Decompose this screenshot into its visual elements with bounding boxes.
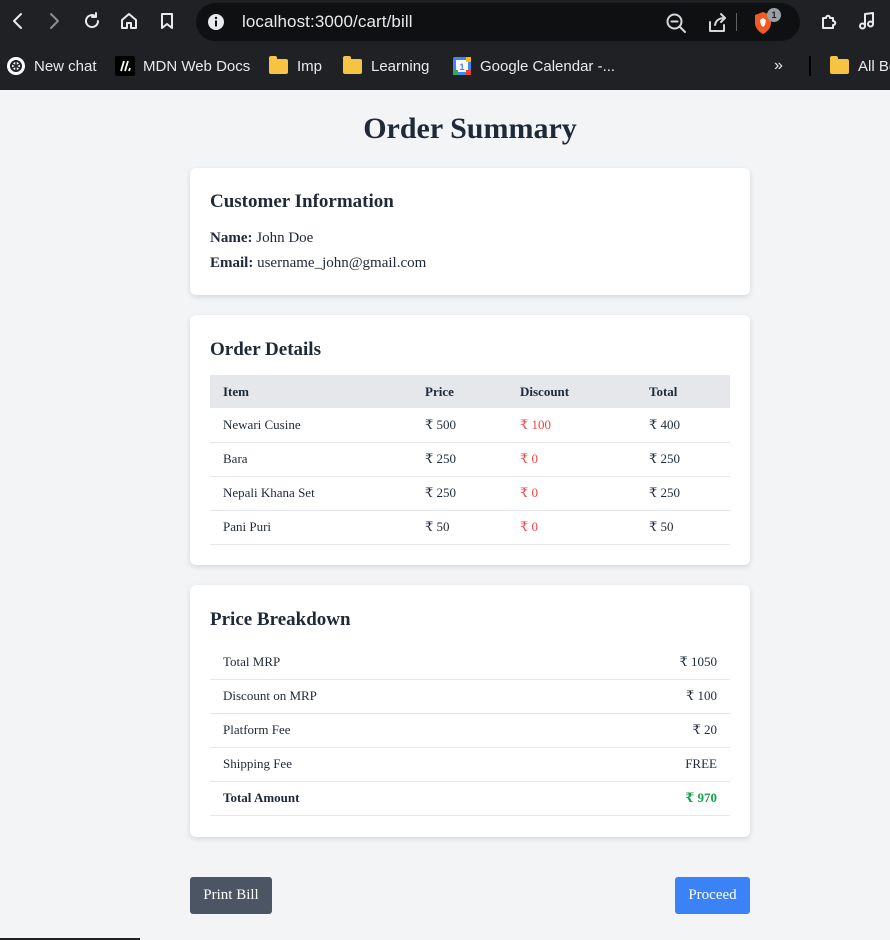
customer-info-card: Customer Information Name: John Doe Emai… [190,168,750,295]
item-price: ₹ 250 [412,476,507,511]
breakdown-value: FREE [549,747,730,782]
home-icon[interactable] [115,7,143,35]
media-icon[interactable] [853,7,881,35]
email-label: Email: [210,255,254,271]
order-details-heading: Order Details [210,339,321,360]
share-icon[interactable] [706,12,728,34]
bookmarks-bar: New chat MDN Web Docs Imp Learning 1 Goo… [0,42,890,90]
column-header-item: Item [210,375,412,408]
item-name: Newari Cusine [210,408,412,443]
forward-icon[interactable] [40,7,68,35]
breakdown-label: Platform Fee [210,713,550,748]
breakdown-label: Total MRP [210,645,550,680]
openai-icon [6,56,26,76]
bookmark-icon[interactable] [153,7,181,35]
item-discount: ₹ 0 [507,476,636,511]
breakdown-row-discount: Discount on MRP ₹ 100 [210,679,730,714]
item-total: ₹ 400 [636,408,730,443]
item-discount: ₹ 100 [507,408,636,443]
bookmark-label: New chat [34,57,97,75]
breakdown-value: ₹ 100 [549,679,730,714]
name-label: Name: [210,230,253,246]
zoom-icon[interactable] [665,12,687,34]
breakdown-row-total-amount: Total Amount ₹ 970 [210,781,730,816]
item-discount: ₹ 0 [507,510,636,545]
browser-toolbar: localhost:3000/cart/bill 1 [0,0,890,42]
breakdown-label: Discount on MRP [210,679,550,714]
item-price: ₹ 500 [412,408,507,443]
price-breakdown-heading: Price Breakdown [210,609,351,630]
table-row: Newari Cusine ₹ 500 ₹ 100 ₹ 400 [210,408,730,443]
order-table-header: Item Price Discount Total [210,375,730,408]
total-amount-value: ₹ 970 [549,781,730,816]
table-row: Pani Puri ₹ 50 ₹ 0 ₹ 50 [210,510,730,545]
customer-email-line: Email: username_john@gmail.com [210,255,426,272]
bookmark-label: MDN Web Docs [143,57,251,75]
extensions-icon[interactable] [815,7,843,35]
price-breakdown-card: Price Breakdown Total MRP ₹ 1050 Discoun… [190,585,750,837]
bookmark-label: Imp [297,57,323,75]
extension-badge: 1 [767,8,781,22]
bookmark-label: All Bo [858,57,890,75]
item-name: Bara [210,442,412,477]
breakdown-value: ₹ 20 [549,713,730,748]
bookmark-mdn[interactable]: MDN Web Docs [115,54,250,78]
item-price: ₹ 50 [412,510,507,545]
bookmark-new-chat[interactable]: New chat [6,54,97,78]
svg-text:1: 1 [459,62,464,72]
proceed-button[interactable]: Proceed [675,877,750,914]
bookmarks-divider [809,56,811,76]
bookmark-google-calendar[interactable]: 1 Google Calendar -... [452,54,615,78]
item-name: Pani Puri [210,510,412,545]
site-info-icon[interactable] [206,12,226,32]
total-amount-label: Total Amount [210,781,550,816]
address-bar[interactable]: localhost:3000/cart/bill 1 [196,3,800,41]
folder-icon [830,56,850,76]
folder-icon [269,56,289,76]
url-text[interactable]: localhost:3000/cart/bill [242,12,413,32]
table-row: Nepali Khana Set ₹ 250 ₹ 0 ₹ 250 [210,476,730,511]
omnibox-divider [736,13,737,31]
item-total: ₹ 250 [636,476,730,511]
order-table: Item Price Discount Total Newari Cusine … [210,375,730,545]
bookmark-folder-all[interactable]: All Bo [830,54,890,78]
table-row: Bara ₹ 250 ₹ 0 ₹ 250 [210,442,730,477]
price-breakdown-table: Total MRP ₹ 1050 Discount on MRP ₹ 100 P… [210,645,730,816]
column-header-total: Total [636,375,730,408]
item-total: ₹ 250 [636,442,730,477]
breakdown-label: Shipping Fee [210,747,550,782]
customer-info-heading: Customer Information [210,191,394,212]
customer-name-line: Name: John Doe [210,230,313,247]
bookmark-folder-learning[interactable]: Learning [343,54,429,78]
customer-email: username_john@gmail.com [257,255,427,271]
item-name: Nepali Khana Set [210,476,412,511]
reload-icon[interactable] [78,7,106,35]
folder-icon [343,56,363,76]
google-calendar-icon: 1 [452,56,472,76]
column-header-discount: Discount [507,375,636,408]
breakdown-value: ₹ 1050 [549,645,730,680]
item-total: ₹ 50 [636,510,730,545]
breakdown-row-shipping-fee: Shipping Fee FREE [210,747,730,782]
print-bill-button[interactable]: Print Bill [190,877,272,914]
column-header-price: Price [412,375,507,408]
breakdown-row-total-mrp: Total MRP ₹ 1050 [210,645,730,680]
bookmark-folder-imp[interactable]: Imp [269,54,322,78]
item-discount: ₹ 0 [507,442,636,477]
order-details-card: Order Details Item Price Discount Total … [190,315,750,565]
bookmark-label: Google Calendar -... [480,57,616,75]
item-price: ₹ 250 [412,442,507,477]
bookmarks-overflow-button[interactable]: » [774,54,783,78]
customer-name: John Doe [256,230,314,246]
breakdown-row-platform-fee: Platform Fee ₹ 20 [210,713,730,748]
mdn-icon [115,56,135,76]
back-icon[interactable] [4,7,32,35]
page-title: Order Summary [363,112,577,145]
bookmark-label: Learning [371,57,430,75]
